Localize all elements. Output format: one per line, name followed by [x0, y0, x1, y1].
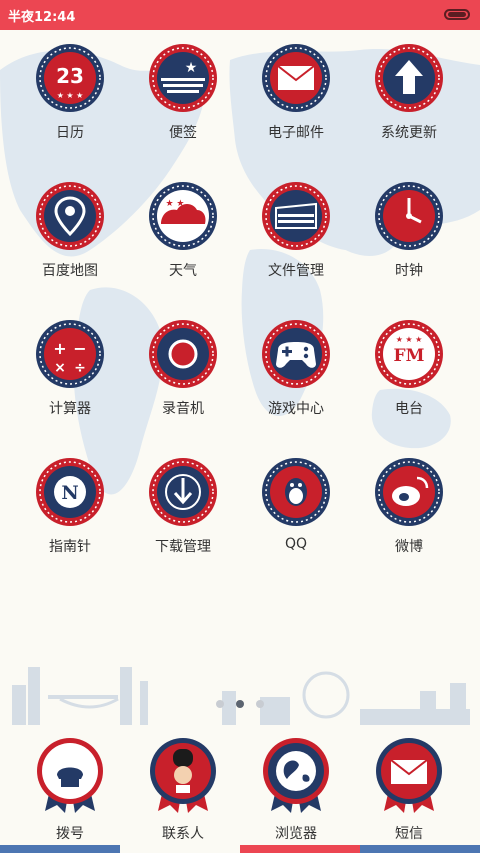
- app-label: 游戏中心: [268, 401, 324, 417]
- file-manager-icon: [262, 182, 330, 250]
- radio-fm-icon: FM ★ ★ ★: [375, 320, 443, 388]
- dock-phone[interactable]: 拨号: [15, 735, 125, 843]
- download-icon: [149, 458, 217, 526]
- app-label: 电子邮件: [268, 125, 324, 141]
- phone-icon: [37, 738, 103, 813]
- bottom-color-bar: [0, 845, 480, 853]
- app-label: 便签: [169, 125, 197, 141]
- app-compass[interactable]: N 指南针: [15, 456, 125, 556]
- app-clock[interactable]: 时钟: [354, 180, 464, 280]
- messages-envelope-icon: [376, 738, 442, 813]
- app-radio[interactable]: FM ★ ★ ★ 电台: [354, 318, 464, 418]
- calendar-icon: 23 ★ ★ ★: [36, 44, 104, 112]
- app-recorder[interactable]: 录音机: [128, 318, 238, 418]
- app-weather[interactable]: ★ ★ 天气: [128, 180, 238, 280]
- app-label: 文件管理: [268, 263, 324, 279]
- system-update-icon: [375, 44, 443, 112]
- svg-text:★: ★: [185, 60, 198, 76]
- london-skyline-illustration: [12, 667, 470, 725]
- app-label: 电台: [395, 401, 423, 417]
- app-label: 时钟: [395, 263, 423, 279]
- contacts-guard-icon: [150, 738, 216, 813]
- svg-text:+: +: [53, 339, 66, 358]
- svg-text:★ ★: ★ ★: [166, 199, 185, 209]
- app-calculator[interactable]: + − × ÷ 计算器: [15, 318, 125, 418]
- app-label: 系统更新: [381, 125, 437, 141]
- app-label: 微博: [395, 539, 423, 555]
- page-dot-active[interactable]: [236, 700, 244, 708]
- clock-icon: [375, 182, 443, 250]
- weather-cloud-icon: ★ ★: [149, 182, 217, 250]
- battery-icon: [444, 9, 470, 20]
- radio-badge: FM: [394, 346, 425, 366]
- app-notes[interactable]: ★ 便签: [128, 42, 238, 142]
- page-dot[interactable]: [216, 700, 224, 708]
- app-email[interactable]: 电子邮件: [241, 42, 351, 142]
- app-game-center[interactable]: 游戏中心: [241, 318, 351, 418]
- svg-text:★ ★ ★: ★ ★ ★: [57, 91, 84, 100]
- svg-text:×: ×: [54, 360, 66, 376]
- page-dot[interactable]: [256, 700, 264, 708]
- app-label: QQ: [284, 536, 308, 552]
- app-label: 指南针: [49, 539, 91, 555]
- app-calendar[interactable]: 23 ★ ★ ★ 日历: [15, 42, 125, 142]
- notes-flag-icon: ★: [149, 44, 217, 112]
- page-indicator: [216, 700, 266, 710]
- dock-messages[interactable]: 短信: [354, 735, 464, 843]
- app-download-manager[interactable]: 下载管理: [128, 456, 238, 556]
- dock-contacts[interactable]: 联系人: [128, 735, 238, 843]
- app-label: 计算器: [49, 401, 91, 417]
- svg-text:★ ★ ★: ★ ★ ★: [396, 335, 423, 344]
- qq-penguin-icon: [262, 458, 330, 526]
- calendar-day: 23: [56, 64, 84, 88]
- app-file-manager[interactable]: 文件管理: [241, 180, 351, 280]
- compass-badge: N: [61, 482, 78, 504]
- compass-icon: N: [36, 458, 104, 526]
- map-pin-icon: [36, 182, 104, 250]
- app-label: 录音机: [162, 401, 204, 417]
- dock-label: 短信: [395, 826, 423, 842]
- dock-label: 联系人: [162, 826, 204, 842]
- svg-text:÷: ÷: [74, 360, 86, 376]
- app-system-update[interactable]: 系统更新: [354, 42, 464, 142]
- recorder-icon: [149, 320, 217, 388]
- status-bar: 半夜12:44: [0, 0, 480, 30]
- app-weibo[interactable]: 微博: [354, 456, 464, 556]
- app-label: 百度地图: [42, 263, 98, 279]
- app-label: 日历: [56, 125, 84, 141]
- dock-browser[interactable]: 浏览器: [241, 735, 351, 843]
- weibo-icon: [375, 458, 443, 526]
- gamepad-icon: [262, 320, 330, 388]
- svg-text:−: −: [73, 339, 86, 358]
- app-qq[interactable]: QQ: [241, 456, 351, 552]
- browser-globe-icon: [263, 738, 329, 813]
- dock-label: 浏览器: [275, 826, 317, 842]
- app-baidu-map[interactable]: 百度地图: [15, 180, 125, 280]
- app-label: 天气: [169, 263, 197, 279]
- app-label: 下载管理: [155, 539, 211, 555]
- dock-label: 拨号: [56, 826, 84, 842]
- calculator-icon: + − × ÷: [36, 320, 104, 388]
- status-time: 半夜12:44: [8, 10, 76, 25]
- email-icon: [262, 44, 330, 112]
